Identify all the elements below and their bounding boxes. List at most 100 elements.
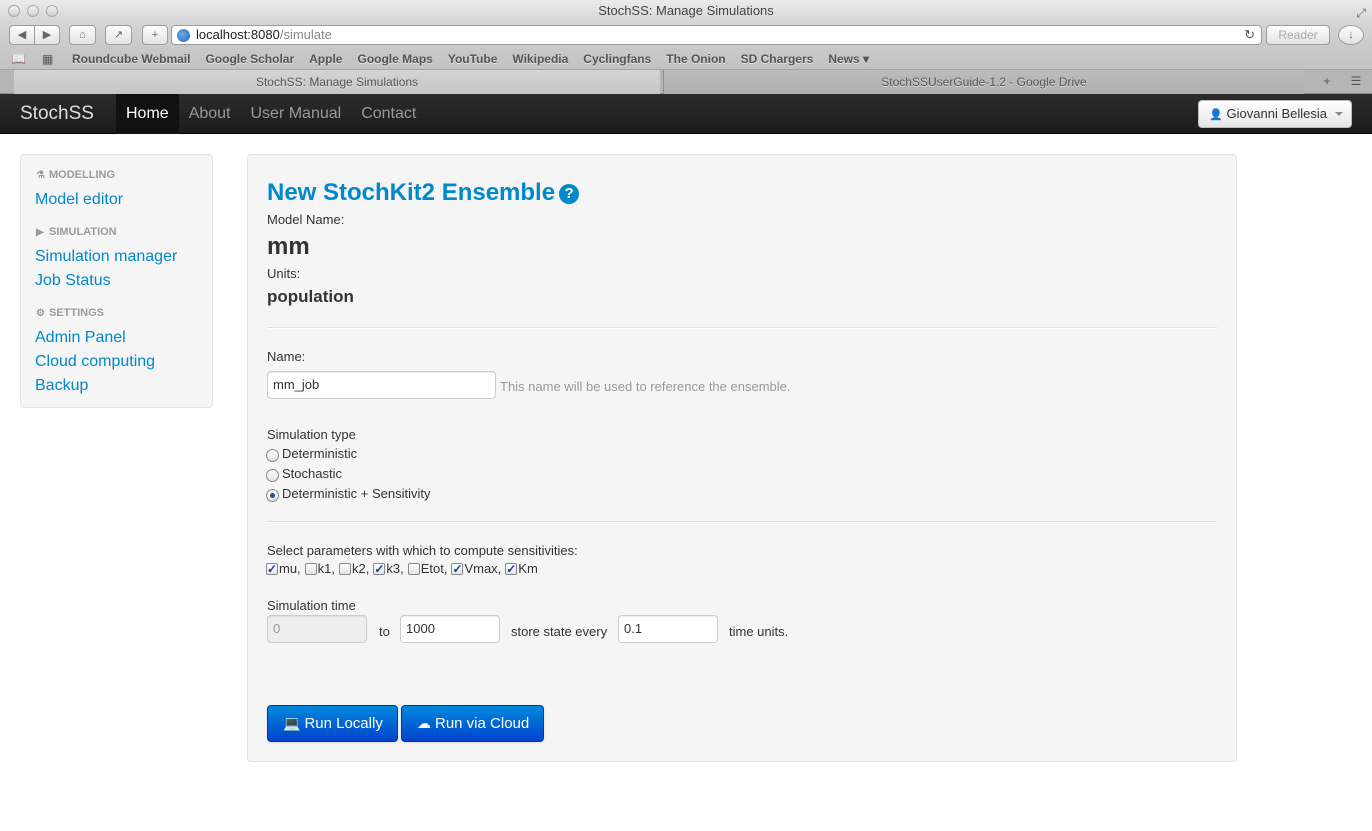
add-bookmark-icon[interactable]: + xyxy=(142,25,168,45)
flask-icon: ⚗ xyxy=(36,170,45,181)
sidebar-header-simulation: ▶ Simulation xyxy=(36,226,117,238)
sidebar-header-modelling: ⚗ Modelling xyxy=(36,169,115,181)
divider xyxy=(267,521,1217,523)
param-checkbox-mu[interactable]: ✓ mu, xyxy=(266,561,301,576)
checkbox[interactable] xyxy=(339,562,352,575)
tab-overview-icon[interactable]: ☰ xyxy=(1344,70,1368,92)
play-icon: ▶ xyxy=(36,227,44,238)
param-checkbox-etot[interactable]: Etot, xyxy=(407,561,447,576)
time-start-input: 0 xyxy=(267,615,367,643)
sidebar-item-job-status[interactable]: Job Status xyxy=(35,272,111,290)
checkbox-checked[interactable]: ✓ xyxy=(451,562,464,575)
close-window-button[interactable] xyxy=(8,5,20,17)
sensitivity-params-label: Select parameters with which to compute … xyxy=(267,543,578,558)
sidebar-item-model-editor[interactable]: Model editor xyxy=(35,191,123,209)
checkbox-checked[interactable]: ✓ xyxy=(373,562,386,575)
new-tab-icon[interactable]: + xyxy=(1315,70,1339,92)
globe-icon xyxy=(177,29,190,42)
reload-icon[interactable]: ↻ xyxy=(1244,26,1255,44)
units-value: population xyxy=(267,287,354,306)
bookmark-item[interactable]: Cyclingfans xyxy=(583,48,651,70)
fullscreen-icon[interactable]: ⤢ xyxy=(1356,2,1366,24)
time-units-label: time units. xyxy=(729,624,789,639)
bookmark-item[interactable]: Roundcube Webmail xyxy=(72,48,190,70)
to-label: to xyxy=(379,624,390,639)
model-name-label: Model Name: xyxy=(267,212,345,227)
run-via-cloud-button[interactable]: ☁ Run via Cloud xyxy=(401,705,545,742)
sidebar-item-simulation-manager[interactable]: Simulation manager xyxy=(35,248,177,266)
param-checkbox-km[interactable]: ✓ Km xyxy=(505,561,538,576)
bookmarks-bar: 📖 ▦ Roundcube Webmail Google Scholar App… xyxy=(0,48,1372,70)
address-bar[interactable]: localhost:8080/simulate ↻ xyxy=(171,25,1262,45)
bookmark-item[interactable]: SD Chargers xyxy=(741,48,814,70)
bookmark-item[interactable]: Wikipedia xyxy=(512,48,568,70)
bookmark-item[interactable]: Apple xyxy=(309,48,342,70)
bookmark-item[interactable]: Google Scholar xyxy=(205,48,294,70)
simulation-time-label: Simulation time xyxy=(267,598,356,613)
param-checkbox-k2[interactable]: k2, xyxy=(339,561,369,576)
bookmark-item[interactable]: YouTube xyxy=(448,48,498,70)
job-name-label: Name: xyxy=(267,349,306,364)
simulation-form: New StochKit2 Ensemble? Model Name: mm U… xyxy=(247,154,1237,762)
checkbox[interactable] xyxy=(304,562,317,575)
param-checkbox-vmax[interactable]: ✓ Vmax, xyxy=(451,561,501,576)
user-menu-button[interactable]: 👤 Giovanni Bellesia xyxy=(1198,100,1352,128)
radio-button[interactable] xyxy=(266,468,279,482)
bookmark-item[interactable]: The Onion xyxy=(666,48,725,70)
bookmark-item[interactable]: Google Maps xyxy=(357,48,432,70)
sensitivity-params-list: ✓ mu, k1, k2, ✓ k3, Etot, ✓ Vmax, ✓ Km xyxy=(266,561,542,576)
caret-down-icon xyxy=(1335,112,1343,116)
store-interval-input[interactable]: 0.1 xyxy=(618,615,718,643)
back-icon[interactable]: ◀ xyxy=(10,26,35,44)
zoom-window-button[interactable] xyxy=(46,5,58,17)
cloud-icon: ☁ xyxy=(417,715,431,731)
radio-stochastic[interactable]: Stochastic xyxy=(266,464,342,482)
reading-list-icon[interactable]: 📖 xyxy=(11,48,26,70)
help-icon[interactable]: ? xyxy=(559,184,580,204)
sidebar-item-cloud-computing[interactable]: Cloud computing xyxy=(35,353,155,371)
param-checkbox-k1[interactable]: k1, xyxy=(304,561,335,576)
radio-button[interactable] xyxy=(266,448,279,462)
checkbox-checked[interactable]: ✓ xyxy=(266,562,278,575)
user-icon: 👤 xyxy=(1209,109,1223,121)
brand-logo[interactable]: StochSS xyxy=(20,94,94,134)
tab-bar: StochSS: Manage Simulations StochSSUserG… xyxy=(0,70,1372,94)
nav-about[interactable]: About xyxy=(179,94,241,134)
tab-stochss-simulations[interactable]: StochSS: Manage Simulations xyxy=(14,70,660,94)
bookmark-news-menu[interactable]: News ▾ xyxy=(828,48,869,70)
job-name-input[interactable]: mm_job xyxy=(267,371,496,399)
radio-deterministic-sensitivity[interactable]: Deterministic + Sensitivity xyxy=(266,484,430,502)
share-icon[interactable]: ↗ xyxy=(105,25,132,45)
nav-contact[interactable]: Contact xyxy=(351,94,426,134)
units-label: Units: xyxy=(267,266,301,281)
url-path: /simulate xyxy=(279,27,332,42)
radio-button-selected[interactable] xyxy=(266,488,279,502)
back-forward-buttons[interactable]: ◀ ▶ xyxy=(9,25,60,45)
checkbox-checked[interactable]: ✓ xyxy=(505,562,518,575)
window-titlebar: StochSS: Manage Simulations ⤢ xyxy=(0,0,1372,22)
forward-icon[interactable]: ▶ xyxy=(35,26,59,44)
gear-icon: ⚙ xyxy=(36,308,45,319)
reader-button[interactable]: Reader xyxy=(1266,25,1330,45)
tab-label: StochSS: Manage Simulations xyxy=(255,75,419,89)
browser-toolbar: ◀ ▶ ⌂ ↗ + localhost:8080/simulate ↻ Read… xyxy=(0,22,1372,48)
window-controls[interactable] xyxy=(8,5,58,17)
sidebar-item-backup[interactable]: Backup xyxy=(35,377,88,395)
top-sites-icon[interactable]: ▦ xyxy=(42,48,53,70)
sidebar-item-admin-panel[interactable]: Admin Panel xyxy=(35,329,126,347)
app-navbar: StochSS Home About User Manual Contact 👤… xyxy=(0,94,1372,134)
home-icon[interactable]: ⌂ xyxy=(69,25,96,45)
sidebar-header-settings: ⚙ Settings xyxy=(36,307,105,319)
window-title: StochSS: Manage Simulations xyxy=(598,3,774,18)
checkbox[interactable] xyxy=(407,562,420,575)
time-end-input[interactable]: 1000 xyxy=(400,615,500,643)
radio-deterministic[interactable]: Deterministic xyxy=(266,444,357,462)
downloads-icon[interactable]: ↓ xyxy=(1338,25,1364,45)
param-checkbox-k3[interactable]: ✓ k3, xyxy=(373,561,404,576)
run-locally-button[interactable]: 💻 Run Locally xyxy=(267,705,398,742)
minimize-window-button[interactable] xyxy=(27,5,39,17)
tab-user-guide[interactable]: StochSSUserGuide-1.2 - Google Drive xyxy=(663,70,1304,94)
nav-user-manual[interactable]: User Manual xyxy=(241,94,352,134)
simulation-type-label: Simulation type xyxy=(267,427,356,442)
nav-home[interactable]: Home xyxy=(116,94,179,134)
